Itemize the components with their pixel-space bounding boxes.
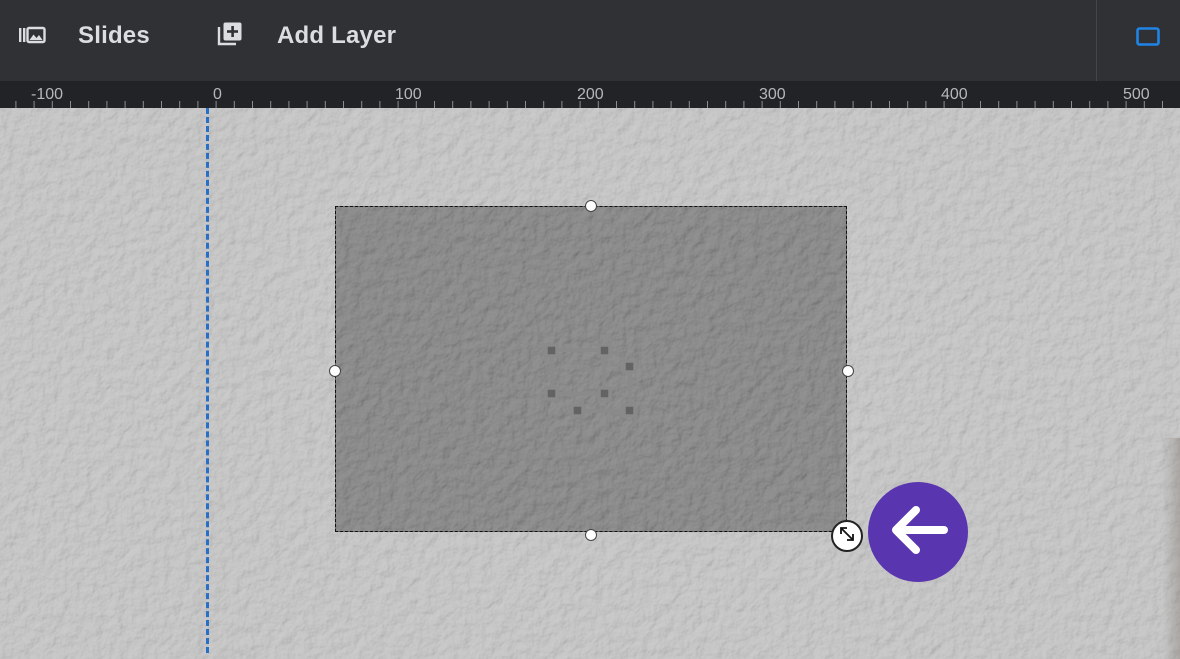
slides-button[interactable]: Slides (18, 0, 150, 72)
vertical-guide-line[interactable] (206, 108, 209, 653)
ruler-label: 400 (941, 86, 968, 103)
ruler-label: 300 (759, 86, 786, 103)
ruler-label: 500 (1123, 86, 1150, 103)
back-button[interactable] (868, 482, 968, 582)
ruler-label: 200 (577, 86, 604, 103)
ruler-label: -100 (31, 86, 63, 103)
add-layer-button[interactable]: Add Layer (216, 0, 396, 72)
ruler-label: 0 (213, 86, 222, 103)
resize-handle-bottom[interactable] (585, 529, 597, 541)
shape-layer[interactable] (335, 206, 847, 532)
resize-diagonal-icon (838, 525, 856, 548)
horizontal-ruler: -100 0 100 200 300 400 500 (0, 81, 1180, 108)
slides-library-icon (18, 23, 46, 50)
toolbar-divider (1096, 0, 1097, 81)
ruler-label: 100 (395, 86, 422, 103)
add-layer-label: Add Layer (277, 22, 397, 49)
arrow-left-icon (886, 502, 950, 563)
resize-handle-top[interactable] (585, 200, 597, 212)
resize-handle-left[interactable] (329, 365, 341, 377)
top-toolbar: Slides Add Layer (0, 0, 1180, 81)
add-layer-icon (216, 20, 244, 53)
desktop-view-icon[interactable] (1136, 27, 1160, 46)
slide-canvas[interactable] (0, 108, 1180, 659)
resize-handle-right[interactable] (842, 365, 854, 377)
background-shadow (1162, 438, 1180, 659)
resize-handle-bottom-right[interactable] (831, 520, 863, 552)
ruler-scale: -100 0 100 200 300 400 500 (15, 86, 1163, 108)
slides-label: Slides (78, 22, 150, 49)
shape-layer-icon (542, 343, 642, 428)
